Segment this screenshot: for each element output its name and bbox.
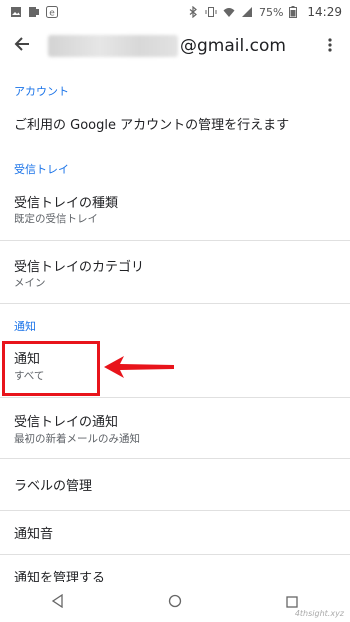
inbox-type-title: 受信トレイの種類 [14,196,119,211]
pointer-arrow-icon [104,356,174,378]
nav-back-button[interactable] [38,582,78,622]
manage-notifications-label: 通知を管理する [14,571,106,582]
signal-icon [241,6,253,18]
overflow-menu-button[interactable] [310,24,350,68]
e-app-icon: e [46,6,58,19]
nav-home-button[interactable] [155,582,195,622]
inbox-type-item[interactable]: 受信トレイの種類 既定の受信トレイ [0,183,350,239]
manage-notifications-item[interactable]: 通知を管理する [0,555,350,582]
status-time: 14:29 [307,5,342,19]
image-icon [10,6,22,18]
battery-icon [289,6,301,18]
inbox-notifications-subtitle: 最初の新着メールのみ通知 [14,433,140,445]
status-bar: e 75% 14:29 [0,0,350,24]
account-manage-label: ご利用の Google アカウントの管理を行えます [14,118,290,133]
back-button[interactable] [0,24,44,68]
arrow-back-icon [14,36,30,56]
inbox-category-subtitle: メイン [14,277,46,289]
notification-sound-item[interactable]: 通知音 [0,511,350,551]
manage-labels-item[interactable]: ラベルの管理 [0,459,350,509]
app-bar: @gmail.com [0,24,350,68]
inbox-category-item[interactable]: 受信トレイのカテゴリ メイン [0,241,350,303]
vibrate-icon [205,6,217,18]
more-vert-icon [328,37,332,56]
wifi-icon [223,6,235,18]
inbox-notifications-title: 受信トレイの通知 [14,415,119,430]
section-header-inbox: 受信トレイ [14,163,69,176]
svg-text:e: e [49,9,55,19]
highlight-box [2,341,100,396]
manage-labels-label: ラベルの管理 [14,479,93,494]
divider [0,303,350,304]
notification-sound-label: 通知音 [14,527,54,542]
inbox-notifications-item[interactable]: 受信トレイの通知 最初の新着メールのみ通知 [0,398,350,456]
triangle-back-icon [51,593,65,612]
bluetooth-icon [187,5,199,19]
section-header-account: アカウント [14,85,69,98]
mirror-icon [28,6,40,18]
circle-home-icon [168,593,182,612]
account-email-suffix: @gmail.com [180,36,286,56]
inbox-type-subtitle: 既定の受信トレイ [14,213,98,225]
inbox-category-title: 受信トレイのカテゴリ [14,260,145,275]
blurred-account-name [48,35,178,57]
account-manage-item[interactable]: ご利用の Google アカウントの管理を行えます [0,104,350,146]
section-header-notifications: 通知 [14,320,36,333]
battery-percent: 75% [258,5,284,19]
watermark: 4thsight.xyz [294,609,344,618]
